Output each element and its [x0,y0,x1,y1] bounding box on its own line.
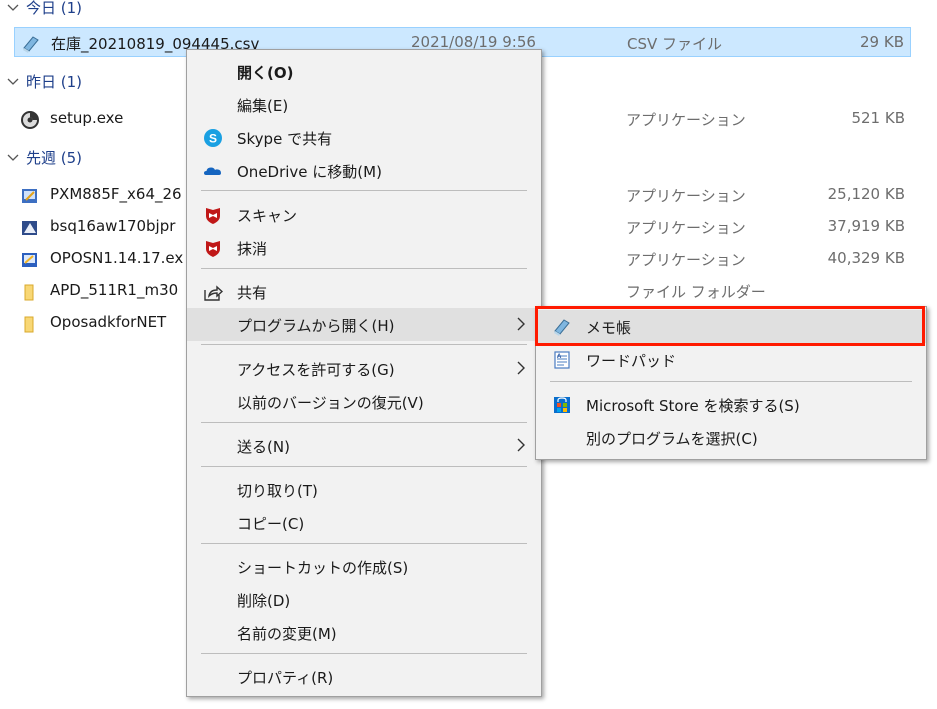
menu-item-send-to[interactable]: 送る(N) [187,429,541,462]
menu-item-label: コピー(C) [237,515,305,533]
chevron-down-icon [7,78,19,85]
menu-separator [201,543,527,544]
file-name: bsq16aw170bjpr [50,217,176,235]
menu-separator [201,653,527,654]
group-label: 先週 (5) [26,148,83,167]
menu-item-skype-share[interactable]: S Skype で共有 [187,121,541,154]
installer-icon [22,253,37,267]
menu-item-label: アクセスを許可する(G) [237,361,395,379]
group-header-today[interactable]: 今日 (1) [0,0,82,18]
file-type: アプリケーション [626,111,746,129]
chevron-down-icon [7,154,19,161]
menu-separator [201,268,527,269]
menu-item-restore-versions[interactable]: 以前のバージョンの復元(V) [187,385,541,418]
submenu-item-label: Microsoft Store を検索する(S) [586,397,800,415]
context-menu: 開く(O) 編集(E) S Skype で共有 OneDrive に移動(M) … [186,49,542,697]
highlight-annotation [535,306,925,346]
menu-item-onedrive[interactable]: OneDrive に移動(M) [187,154,541,187]
menu-item-label: プログラムから開く(H) [237,317,395,335]
menu-separator [201,466,527,467]
file-name: OposadkforNET [50,313,167,331]
mcafee-shield-icon [206,208,220,224]
menu-item-label: 抹消 [237,240,268,258]
file-type: アプリケーション [626,251,746,269]
wordpad-icon: A [554,351,570,369]
folder-icon [24,316,34,333]
file-size: 29 KB [860,33,904,51]
menu-item-share[interactable]: 共有 [187,275,541,308]
menu-separator [201,190,527,191]
file-size: 521 KB [851,109,905,127]
setup-disc-icon [21,111,39,129]
file-size: 25,120 KB [827,185,905,203]
menu-separator [550,381,912,382]
menu-item-copy[interactable]: コピー(C) [187,506,541,539]
group-header-last-week[interactable]: 先週 (5) [0,146,82,168]
menu-item-label: ショートカットの作成(S) [237,559,409,577]
file-type: アプリケーション [626,219,746,237]
menu-item-label: 編集(E) [237,97,289,115]
menu-item-label: 共有 [237,284,268,302]
menu-item-label: 以前のバージョンの復元(V) [237,394,424,412]
submenu-item-wordpad[interactable]: A ワードパッド [536,343,926,376]
menu-item-create-shortcut[interactable]: ショートカットの作成(S) [187,550,541,583]
file-name: PXM885F_x64_26 [50,185,182,203]
menu-item-delete[interactable]: 削除(D) [187,583,541,616]
submenu-item-microsoft-store[interactable]: Microsoft Store を検索する(S) [536,388,926,421]
menu-item-properties[interactable]: プロパティ(R) [187,660,541,693]
chevron-down-icon [7,4,19,11]
file-name: setup.exe [50,109,124,127]
mcafee-shield-icon [206,241,220,257]
menu-item-label: Skype で共有 [237,130,333,148]
file-name: OPOSN1.14.17.ex [50,249,184,267]
installer-icon [22,189,37,203]
file-type: ファイル フォルダー [626,283,766,301]
menu-item-rename[interactable]: 名前の変更(M) [187,616,541,649]
installer-icon [22,221,37,235]
submenu-item-label: 別のプログラムを選択(C) [586,430,758,448]
svg-text:A: A [557,354,562,360]
menu-separator [201,422,527,423]
svg-text:S: S [209,132,217,146]
group-header-yesterday[interactable]: 昨日 (1) [0,70,82,92]
menu-item-open-with[interactable]: プログラムから開く(H) [187,308,541,341]
file-type: CSV ファイル [627,35,723,53]
submenu-item-label: ワードパッド [586,352,677,370]
menu-item-scan[interactable]: スキャン [187,198,541,231]
chevron-right-icon [517,361,525,375]
menu-item-label: プロパティ(R) [237,669,334,687]
onedrive-cloud-icon [204,167,221,175]
menu-item-cut[interactable]: 切り取り(T) [187,473,541,506]
menu-separator [201,344,527,345]
file-type: アプリケーション [626,187,746,205]
menu-item-label: OneDrive に移動(M) [237,163,382,181]
menu-item-label: 開く(O) [237,64,294,82]
file-name: APD_511R1_m30 [50,281,179,299]
menu-item-edit[interactable]: 編集(E) [187,88,541,121]
store-bag-icon [554,397,570,413]
menu-item-label: 名前の変更(M) [237,625,337,643]
submenu-item-choose-program[interactable]: 別のプログラムを選択(C) [536,421,926,454]
share-icon [204,285,223,301]
group-label: 今日 (1) [26,0,83,17]
menu-item-label: 削除(D) [237,592,291,610]
menu-item-label: スキャン [237,207,298,225]
group-label: 昨日 (1) [26,72,83,91]
chevron-right-icon [517,438,525,452]
skype-icon: S [204,129,222,147]
file-size: 37,919 KB [827,217,905,235]
menu-item-open[interactable]: 開く(O) [187,55,541,88]
menu-item-erase[interactable]: 抹消 [187,231,541,264]
menu-item-label: 送る(N) [237,438,290,456]
file-size: 40,329 KB [827,249,905,267]
folder-icon [24,284,34,301]
notepad-file-icon [23,36,39,53]
menu-item-label: 切り取り(T) [237,482,318,500]
menu-item-give-access[interactable]: アクセスを許可する(G) [187,352,541,385]
chevron-right-icon [517,317,525,331]
